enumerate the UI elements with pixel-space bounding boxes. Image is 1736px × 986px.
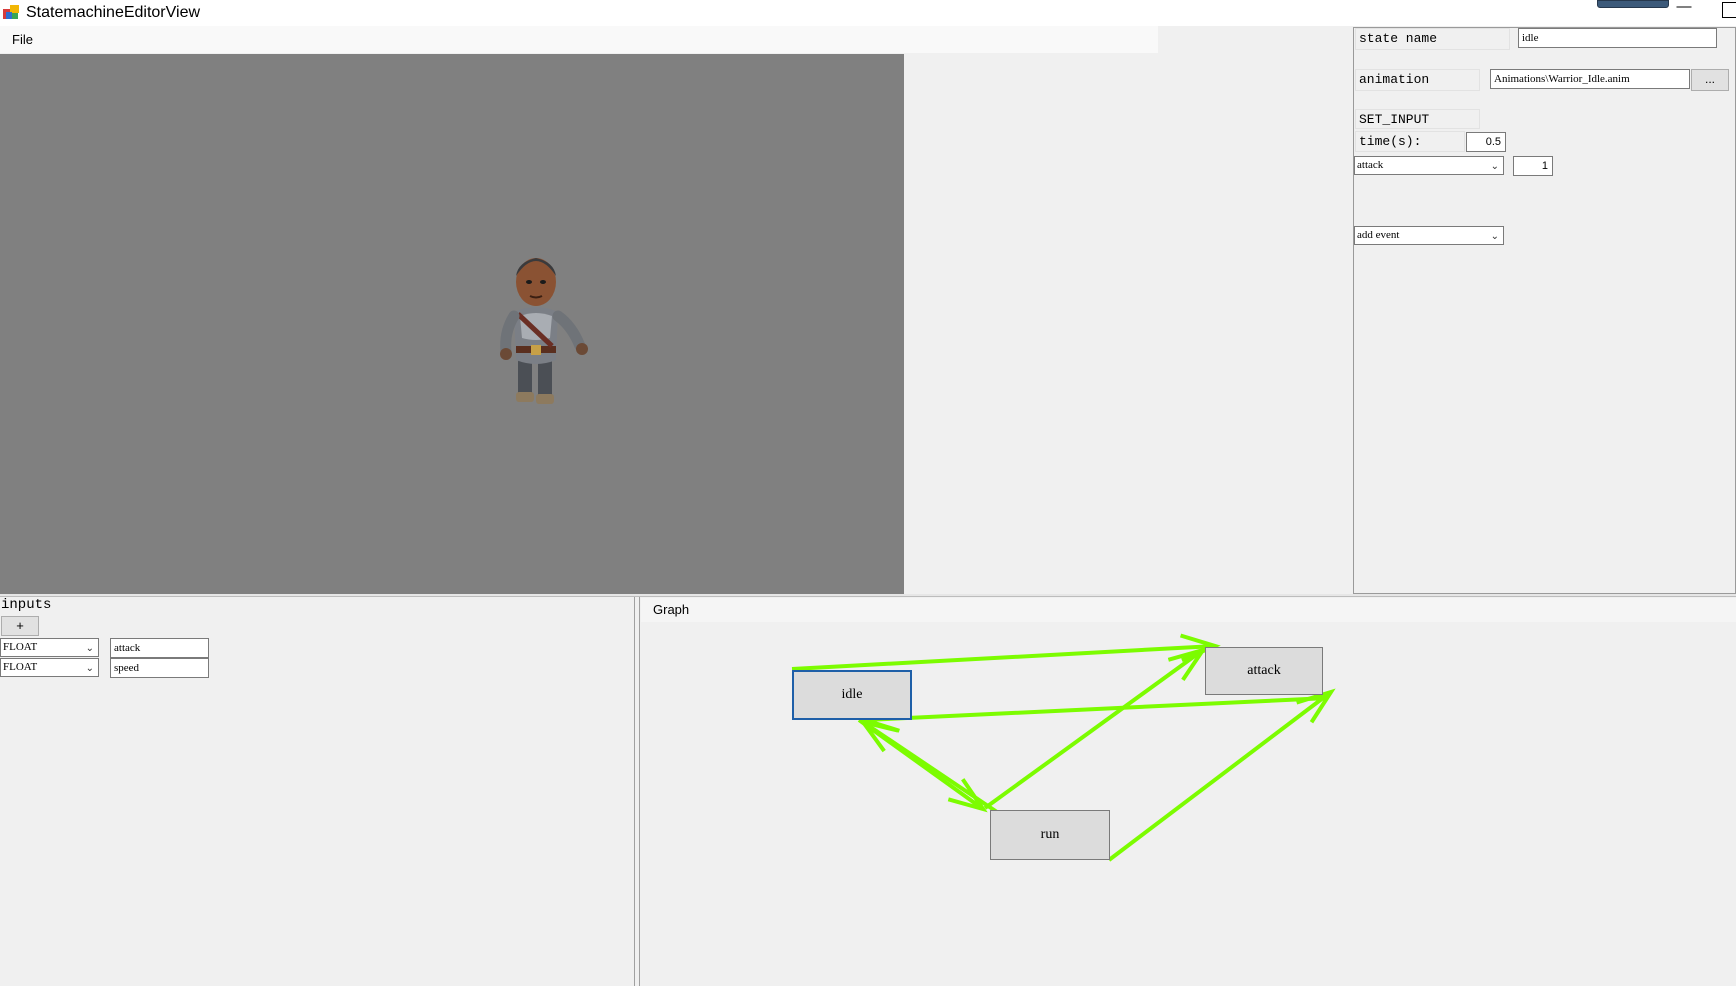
transition-idle-to-attack[interactable] <box>791 644 1216 671</box>
maximize-button[interactable] <box>1722 2 1736 18</box>
title-bar <box>0 0 1736 26</box>
input-select-value: attack <box>1357 159 1384 171</box>
add-event-select-value: add event <box>1357 229 1400 241</box>
app-icon <box>3 5 19 19</box>
graph-edges <box>791 633 1336 862</box>
horizontal-splitter[interactable] <box>0 594 1736 597</box>
vertical-splitter[interactable] <box>634 597 640 986</box>
input-type-value: FLOAT <box>3 641 38 653</box>
time-input[interactable]: 0.5 <box>1466 132 1506 152</box>
input-type-value: FLOAT <box>3 661 38 673</box>
window-title: StatemachineEditorView <box>26 4 201 21</box>
chevron-down-icon: ⌄ <box>85 643 94 654</box>
menu-bar <box>0 26 1158 53</box>
state-node-idle[interactable]: idle <box>792 670 912 720</box>
add-input-button[interactable]: + <box>1 616 39 636</box>
chevron-down-icon: ⌄ <box>1490 231 1499 242</box>
input-type-select[interactable]: FLOAT ⌄ <box>0 638 99 657</box>
input-select[interactable]: attack ⌄ <box>1354 156 1504 175</box>
animation-viewport[interactable] <box>0 54 904 594</box>
state-node-run[interactable]: run <box>990 810 1110 860</box>
state-name-input[interactable]: idle <box>1518 28 1717 48</box>
transition-attack-to-idle[interactable] <box>864 696 1329 722</box>
transition-attack-to-run[interactable] <box>1107 690 1333 862</box>
add-event-select[interactable]: add event ⌄ <box>1354 226 1504 245</box>
animation-label: animation <box>1355 69 1480 91</box>
taskbar-thumbnail <box>1597 0 1669 8</box>
state-name-label: state name <box>1355 28 1510 50</box>
transition-run-to-idle[interactable] <box>861 720 999 814</box>
animation-path-input[interactable]: Animations\Warrior_Idle.anim <box>1490 69 1690 89</box>
input-type-select[interactable]: FLOAT ⌄ <box>0 658 99 677</box>
transition-run-to-attack[interactable] <box>983 648 1205 810</box>
minimize-button[interactable]: — <box>1672 0 1696 20</box>
event-type-label: SET_INPUT <box>1355 109 1480 129</box>
menu-file[interactable]: File <box>8 29 37 51</box>
state-node-attack[interactable]: attack <box>1205 647 1323 695</box>
chevron-down-icon: ⌄ <box>85 663 94 674</box>
input-name-field[interactable]: speed <box>110 658 209 678</box>
browse-animation-button[interactable]: ... <box>1691 69 1729 91</box>
input-value-field[interactable]: 1 <box>1513 156 1553 176</box>
inputs-title: inputs <box>1 597 52 613</box>
warrior-character-model <box>500 258 588 404</box>
time-label: time(s): <box>1355 131 1465 152</box>
input-name-field[interactable]: attack <box>110 638 209 658</box>
chevron-down-icon: ⌄ <box>1490 161 1499 172</box>
